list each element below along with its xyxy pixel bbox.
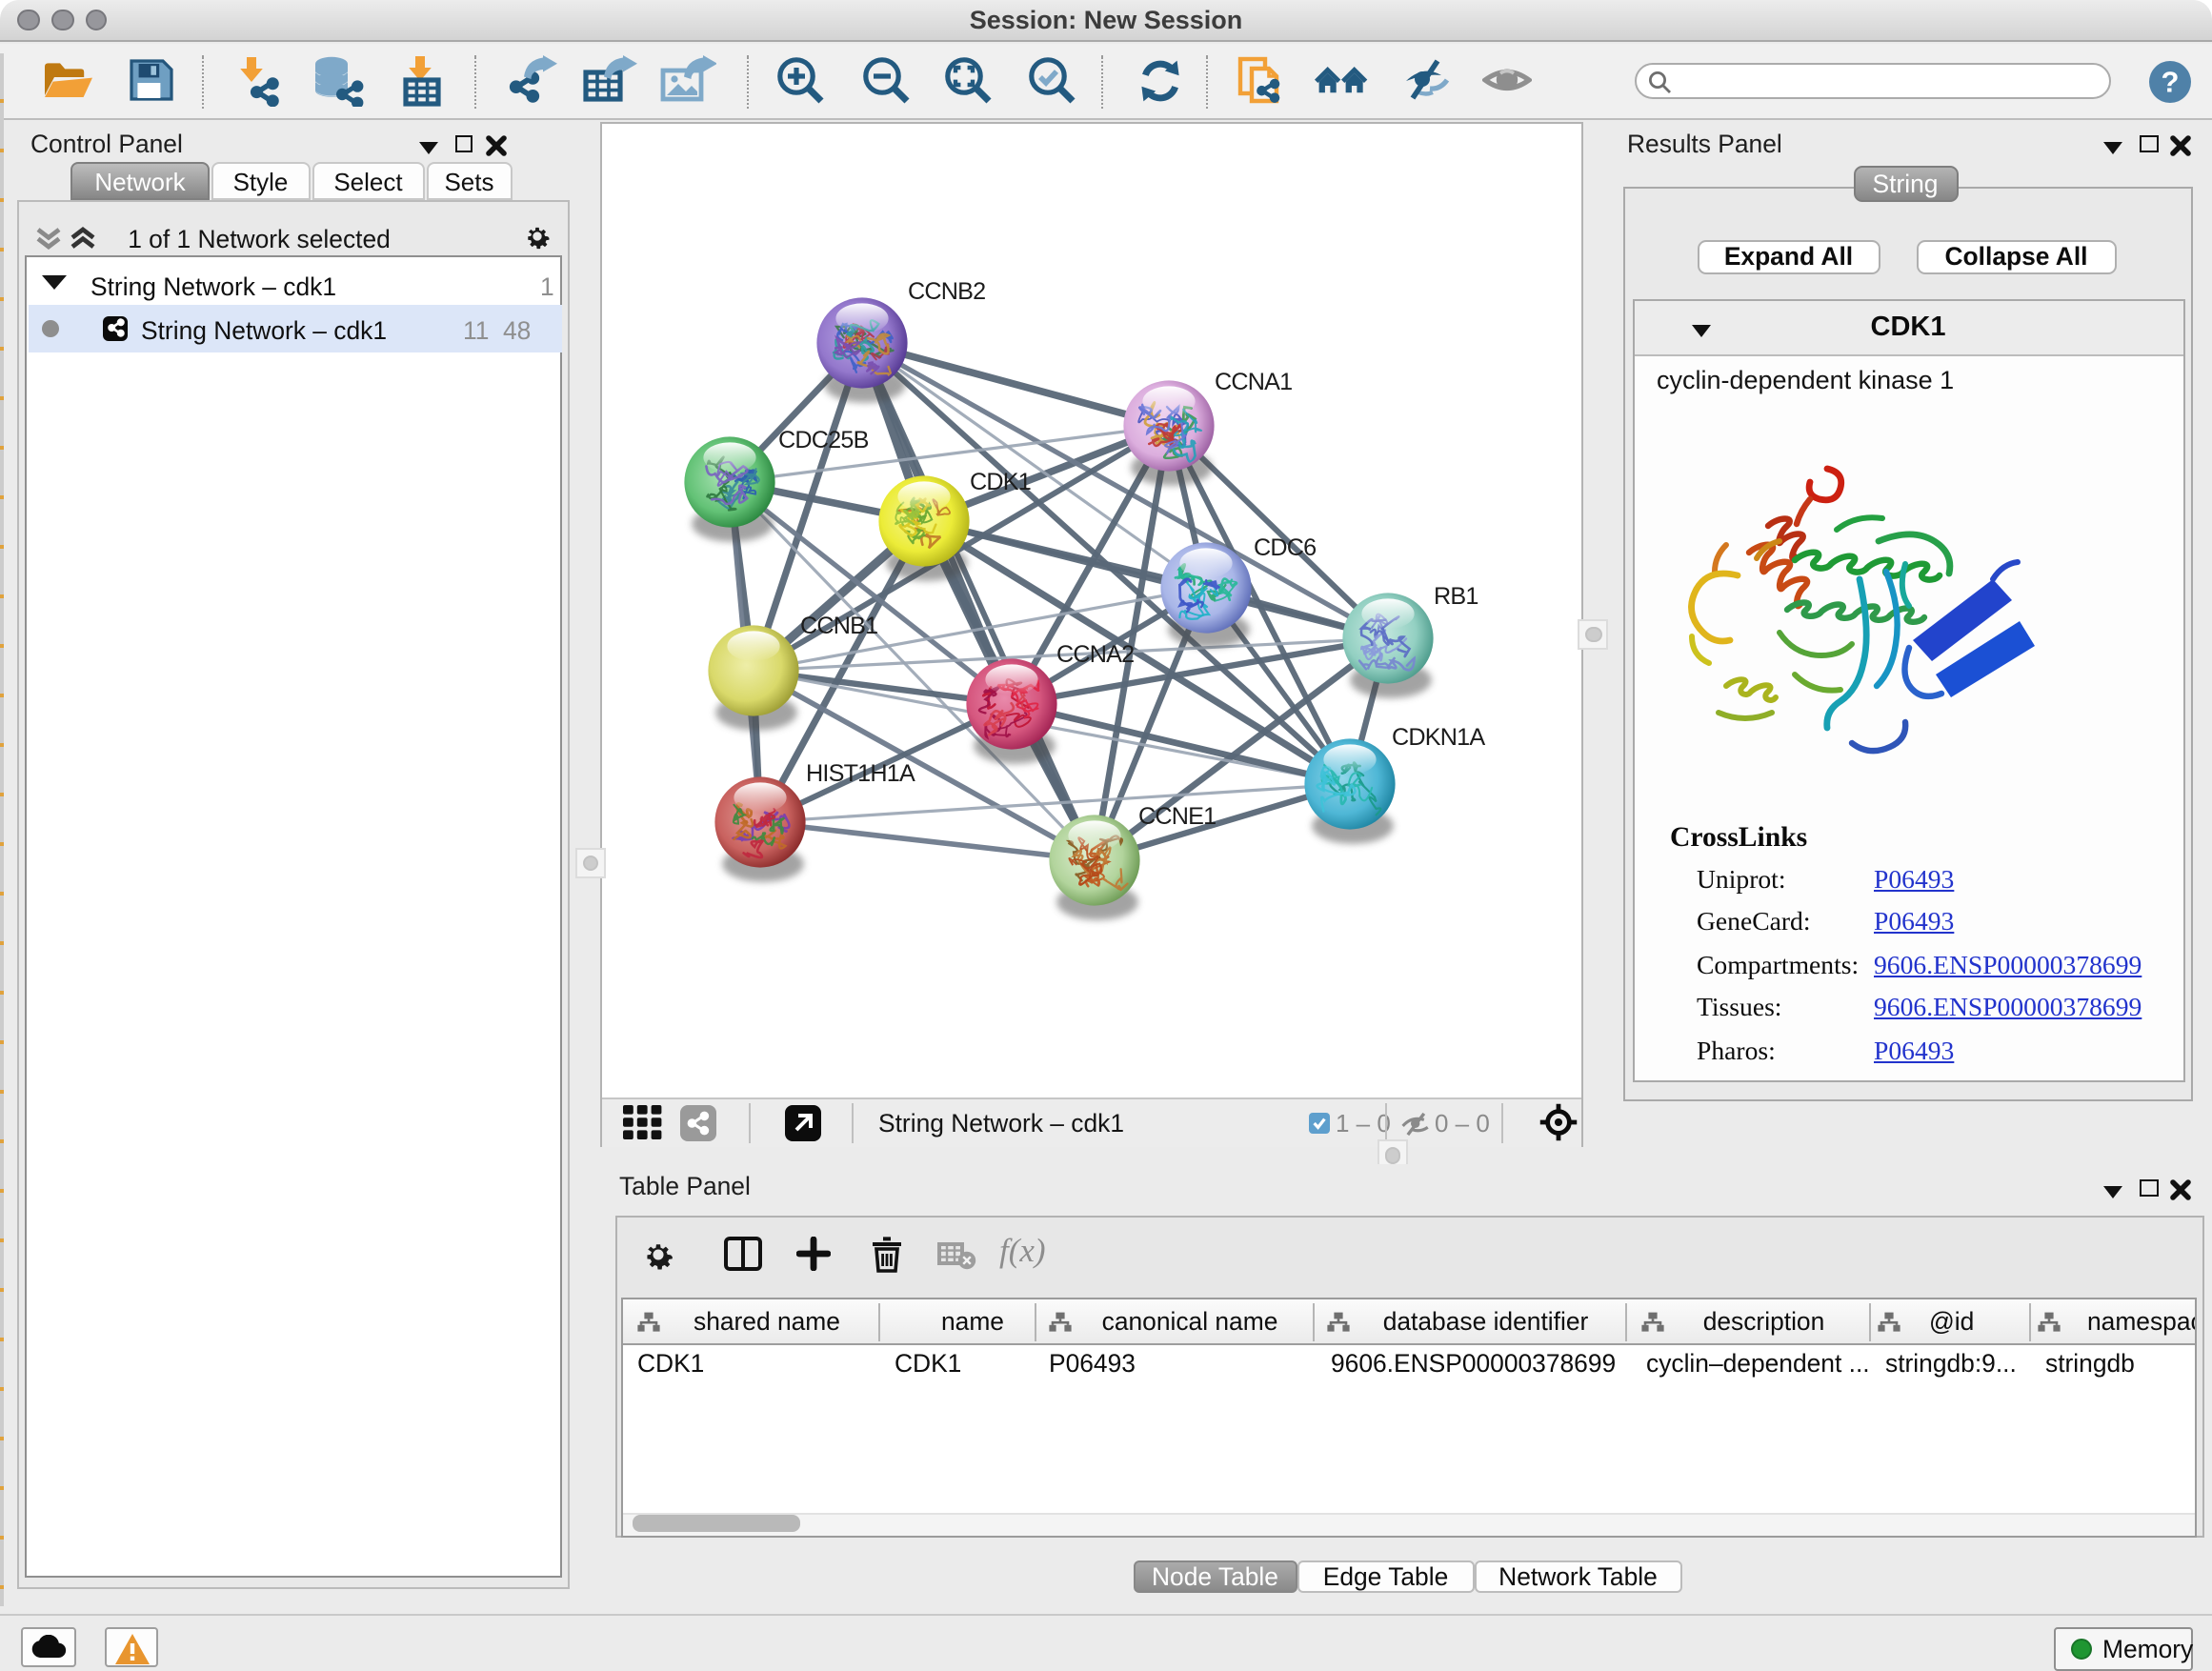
svg-text:CCNB2: CCNB2 <box>908 277 985 304</box>
svg-text:CCNA2: CCNA2 <box>1056 640 1134 667</box>
svg-text:CCNB1: CCNB1 <box>800 612 877 638</box>
svg-text:RB1: RB1 <box>1434 582 1478 609</box>
svg-text:CDC6: CDC6 <box>1254 534 1316 560</box>
svg-text:CDKN1A: CDKN1A <box>1392 723 1485 750</box>
svg-text:CCNE1: CCNE1 <box>1138 802 1216 829</box>
svg-text:HIST1H1A: HIST1H1A <box>806 759 915 786</box>
svg-text:CDC25B: CDC25B <box>778 426 869 453</box>
svg-text:?: ? <box>2162 65 2180 98</box>
svg-text:CDK1: CDK1 <box>970 468 1031 494</box>
svg-text:CCNA1: CCNA1 <box>1215 368 1292 394</box>
